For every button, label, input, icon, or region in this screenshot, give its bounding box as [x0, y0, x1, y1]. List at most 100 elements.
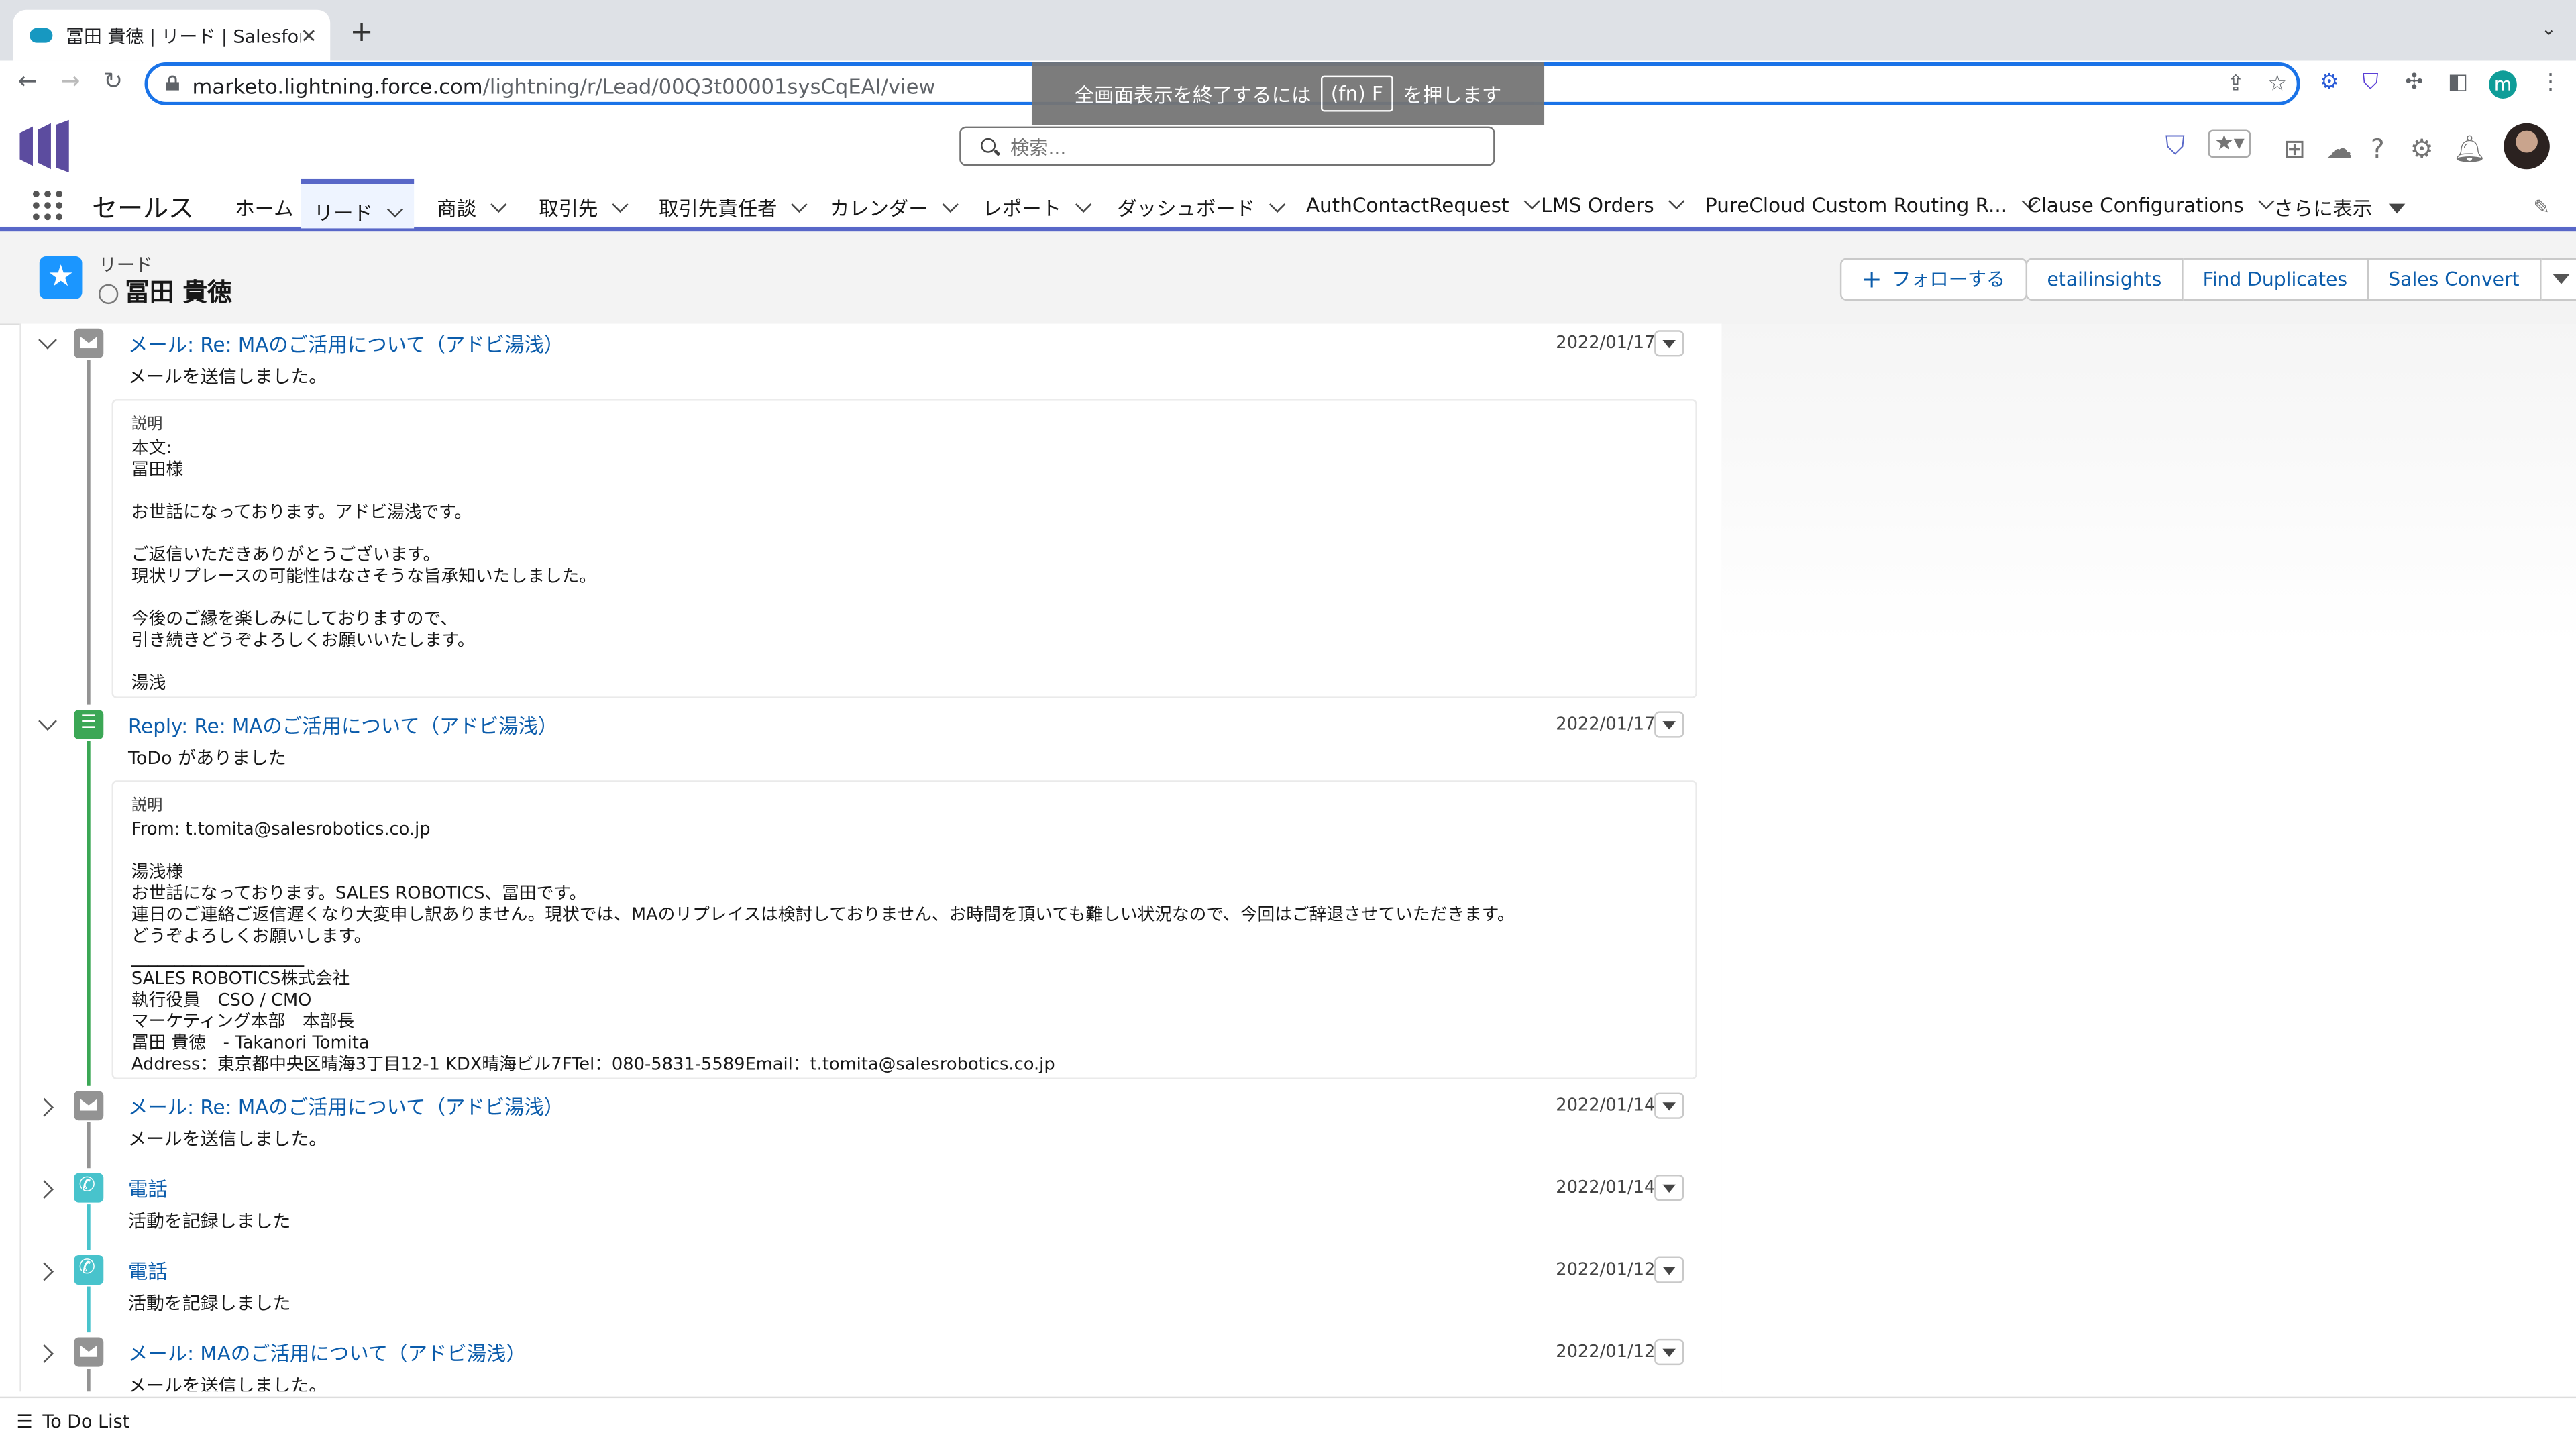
chevron-down-icon[interactable] — [1523, 193, 1540, 210]
extension-translate-icon[interactable]: ⚙ — [2320, 70, 2339, 95]
nav-item-accounts[interactable]: 取引先 — [539, 194, 629, 222]
timeline-item-description: 説明 From: t.tomita@salesrobotics.co.jp 湯浅… — [111, 780, 1697, 1079]
extension-shield-icon[interactable]: ⛉ — [2363, 70, 2379, 95]
global-actions-icon[interactable]: ⊞ — [2284, 133, 2306, 164]
timeline-item-menu-button[interactable] — [1654, 1092, 1684, 1119]
chevron-down-icon[interactable] — [386, 201, 404, 218]
profile-avatar[interactable]: m — [2489, 70, 2517, 99]
timeline-item-title[interactable]: 電話 — [128, 1256, 168, 1285]
favorites-icon[interactable]: ★▾ — [2208, 129, 2251, 158]
setup-gear-icon[interactable]: ⚙ — [2410, 133, 2434, 164]
chevron-down-icon[interactable] — [1075, 196, 1092, 213]
timeline-line — [87, 741, 91, 1086]
right-sidebar — [1721, 323, 2576, 1392]
mail-icon — [74, 1337, 104, 1367]
timeline-item-description: 説明 本文: 冨田様 お世話になっております。アドビ湯浅です。 ご返信いただきあ… — [111, 399, 1697, 698]
more-actions-button[interactable] — [2540, 258, 2576, 301]
chevron-down-icon[interactable] — [490, 196, 507, 213]
expand-chevron-icon[interactable] — [35, 1262, 54, 1281]
nav-item-lms-orders[interactable]: LMS Orders — [1541, 193, 1684, 217]
timeline-line — [87, 1204, 91, 1250]
trailhead-icon[interactable]: ☁ — [2326, 133, 2353, 164]
side-panel-icon[interactable]: ◧ — [2448, 70, 2468, 95]
reload-icon[interactable]: ↻ — [103, 69, 123, 95]
expand-chevron-icon[interactable] — [35, 1180, 54, 1199]
extensions-puzzle-icon[interactable]: ✣ — [2405, 70, 2423, 95]
timeline-line — [87, 1122, 91, 1169]
follow-button[interactable]: + フォローする — [1839, 258, 2027, 301]
nav-item-purecloud[interactable]: PureCloud Custom Routing R... — [1705, 193, 2038, 217]
notifications-bell-icon[interactable]: 🔔︎ — [2453, 133, 2486, 164]
todo-list-utility[interactable]: ☰ To Do List — [16, 1411, 129, 1433]
collapse-chevron-icon[interactable] — [38, 712, 57, 731]
shield-extension-icon[interactable]: ⛉ — [2165, 129, 2185, 162]
description-label: 説明 — [131, 796, 163, 815]
global-search-input[interactable]: 検索... — [959, 126, 1495, 166]
timeline-item: メール: Re: MAのご活用について（アドビ湯浅） メールを送信しました。 2… — [21, 1086, 1722, 1169]
chevron-down-icon[interactable] — [1269, 196, 1286, 213]
timeline-item-title[interactable]: メール: MAのご活用について（アドビ湯浅） — [128, 1339, 526, 1367]
edit-nav-pencil-icon[interactable]: ✎ — [2533, 195, 2550, 218]
timeline-item: メール: MAのご活用について（アドビ湯浅） メールを送信しました。 2022/… — [21, 1332, 1722, 1392]
timeline-line — [87, 360, 91, 705]
forward-icon[interactable]: → — [61, 69, 80, 95]
timeline-item-menu-button[interactable] — [1654, 330, 1684, 357]
person-icon — [98, 283, 119, 303]
nav-item-contacts[interactable]: 取引先責任者 — [659, 194, 808, 222]
timeline-item-subtitle: ToDo がありました — [128, 747, 286, 769]
timeline-item-menu-button[interactable] — [1654, 1338, 1684, 1366]
timeline-item-menu-button[interactable] — [1654, 1175, 1684, 1201]
timeline-item-title[interactable]: 電話 — [128, 1175, 168, 1203]
nav-item-home[interactable]: ホーム — [235, 194, 293, 222]
expand-chevron-icon[interactable] — [35, 1097, 54, 1117]
marketo-logo[interactable] — [19, 119, 69, 173]
mail-icon — [74, 1091, 104, 1121]
timeline-item-title[interactable]: メール: Re: MAのご活用について（アドビ湯浅） — [128, 1093, 564, 1121]
timeline-item-subtitle: メールを送信しました。 — [128, 1375, 327, 1392]
chevron-down-icon[interactable] — [791, 196, 808, 213]
browser-tab[interactable]: 冨田 貴徳 | リード | Salesforce ✕ — [13, 9, 331, 61]
timeline-item-menu-button[interactable] — [1654, 1256, 1684, 1283]
browser-menu-icon[interactable]: ⋮ — [2540, 70, 2561, 95]
app-launcher-icon[interactable] — [32, 191, 63, 221]
fullscreen-hint-key: (fn) F — [1321, 75, 1393, 112]
nav-item-opportunities[interactable]: 商談 — [437, 194, 507, 222]
chevron-down-icon[interactable] — [1668, 193, 1684, 210]
nav-item-clause-configurations[interactable]: Clause Configurations — [2027, 193, 2274, 217]
timeline-item-date: 2022/01/12 — [1556, 1260, 1656, 1280]
timeline-item-title[interactable]: メール: Re: MAのご活用について（アドビ湯浅） — [128, 330, 564, 358]
collapse-chevron-icon[interactable] — [38, 331, 57, 350]
expand-chevron-icon[interactable] — [35, 1344, 54, 1363]
timeline-item-date: 2022/01/17 — [1556, 714, 1656, 735]
timeline-item-menu-button[interactable] — [1654, 711, 1684, 738]
new-tab-icon[interactable]: + — [350, 16, 374, 49]
todo-list-label: To Do List — [42, 1411, 130, 1433]
close-tab-icon[interactable]: ✕ — [301, 24, 317, 47]
nav-item-calendar[interactable]: カレンダー — [830, 194, 959, 222]
chevron-down-icon[interactable] — [612, 196, 629, 213]
bookmark-star-icon[interactable]: ☆ — [2267, 72, 2287, 97]
nav-item-more[interactable]: さらに表示 — [2273, 194, 2406, 222]
utility-bar: ☰ To Do List — [0, 1396, 2576, 1449]
search-icon — [981, 138, 996, 153]
timeline-item-date: 2022/01/14 — [1556, 1095, 1656, 1116]
caret-down-icon[interactable] — [2388, 203, 2406, 214]
back-icon[interactable]: ← — [18, 69, 38, 95]
nav-item-dashboards[interactable]: ダッシュボード — [1117, 194, 1286, 222]
find-duplicates-button[interactable]: Find Duplicates — [2183, 258, 2369, 301]
timeline-item: 電話 活動を記録しました 2022/01/12 — [21, 1250, 1722, 1333]
nav-item-leads[interactable]: リード — [301, 178, 415, 229]
user-avatar[interactable] — [2504, 123, 2550, 170]
tab-search-icon[interactable]: ⌄ — [2541, 18, 2557, 40]
help-icon[interactable]: ? — [2371, 133, 2385, 164]
chevron-down-icon[interactable] — [942, 196, 959, 213]
chevron-down-icon[interactable] — [2257, 193, 2274, 210]
sales-convert-button[interactable]: Sales Convert — [2368, 258, 2541, 301]
share-icon[interactable]: ⇪ — [2226, 72, 2245, 97]
url-text: marketo.lightning.force.com/lightning/r/… — [192, 74, 936, 99]
nav-item-reports[interactable]: レポート — [983, 194, 1092, 222]
mail-icon — [74, 328, 104, 358]
etailinsights-button[interactable]: etailinsights — [2025, 258, 2184, 301]
nav-item-authcontactrequest[interactable]: AuthContactRequest — [1306, 193, 1540, 217]
timeline-item-title[interactable]: Reply: Re: MAのご活用について（アドビ湯浅） — [128, 711, 557, 739]
